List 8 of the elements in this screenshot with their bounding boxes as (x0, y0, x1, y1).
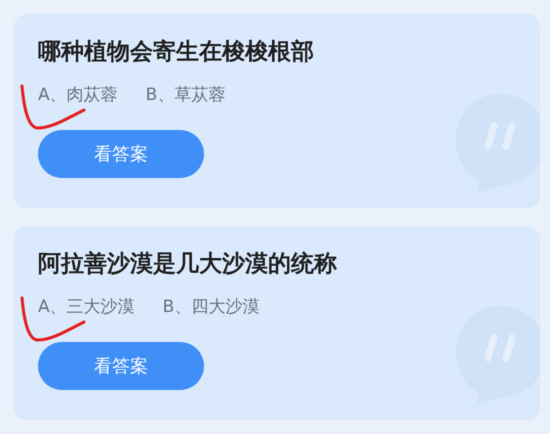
view-answer-button[interactable]: 看答案 (38, 342, 204, 390)
view-answer-button[interactable]: 看答案 (38, 130, 204, 178)
answer-option: A、三大沙漠 (38, 295, 135, 318)
answer-option: B、四大沙漠 (162, 295, 260, 318)
question-title: 阿拉善沙漠是几大沙漠的统称 (38, 250, 337, 279)
question-title: 哪种植物会寄生在梭梭根部 (38, 38, 314, 67)
answer-option: A、肉苁蓉 (38, 83, 118, 106)
answer-option: B、草苁蓉 (146, 83, 226, 106)
